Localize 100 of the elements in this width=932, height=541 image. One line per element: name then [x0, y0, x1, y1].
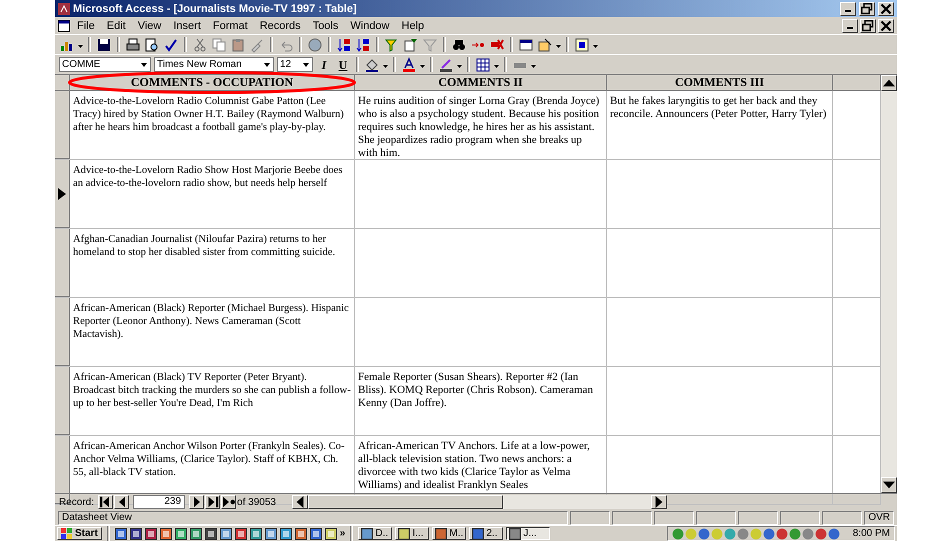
grid-icon[interactable] [475, 56, 491, 72]
current-record-icon [56, 188, 68, 200]
menu-item[interactable]: Edit [102, 20, 131, 32]
font-combo[interactable]: Times New Roman [154, 57, 274, 72]
status-text: Datasheet View [58, 510, 568, 524]
restore-button[interactable] [860, 18, 876, 32]
menu-item[interactable]: Help [396, 20, 430, 32]
first-record-button[interactable] [98, 495, 114, 509]
status-panel [612, 510, 652, 524]
tray-icon[interactable] [762, 528, 775, 540]
last-record-button[interactable] [205, 495, 220, 509]
scroll-left-button[interactable] [292, 495, 308, 509]
app-icon[interactable] [294, 528, 307, 540]
taskbar-button[interactable]: D.. [358, 527, 392, 540]
paint-bucket-icon[interactable] [364, 56, 380, 72]
up-arrow-icon [883, 77, 895, 89]
app-icon [361, 528, 374, 540]
font-color-icon[interactable] [401, 56, 417, 72]
app-icon [472, 528, 484, 540]
tray-icon[interactable] [814, 528, 827, 540]
app-icon[interactable] [234, 528, 247, 540]
table-cell: Afghan-Canadian Journalist (Niloufar Pazira) returns to her homeland to stop her disabled sister from committing suicide. [70, 229, 355, 297]
corner-selector[interactable] [55, 75, 70, 91]
app-icon[interactable] [114, 528, 127, 540]
globe-icon[interactable] [307, 36, 323, 52]
app-icon[interactable] [250, 528, 262, 540]
app-icon[interactable] [220, 528, 232, 540]
overflow-chevron[interactable]: » [340, 528, 346, 539]
app-icon [398, 528, 410, 540]
tray-icon[interactable] [698, 528, 710, 540]
taskbar-button[interactable]: M.. [432, 527, 466, 540]
app-icon [509, 528, 522, 540]
menu-item[interactable]: Insert [168, 20, 206, 32]
app-icon[interactable] [174, 528, 187, 540]
menu-item[interactable]: Format [208, 20, 253, 32]
app-icon[interactable] [144, 528, 157, 540]
app-icon[interactable] [280, 528, 292, 540]
restore-icon [862, 20, 874, 32]
tray-icon[interactable] [776, 528, 788, 540]
windows-logo-icon [61, 528, 73, 540]
new-record-button[interactable] [221, 495, 236, 509]
italic-button[interactable]: I [316, 56, 332, 72]
delete-row-icon[interactable] [489, 36, 505, 52]
sort-descending-icon[interactable] [355, 36, 371, 52]
taskbar-button[interactable]: J... [506, 527, 550, 540]
overtype-indicator: OVR [864, 510, 894, 524]
app-icon[interactable] [204, 528, 217, 540]
menu-item[interactable]: File [72, 20, 100, 32]
table-cell: Advice-to-the-Lovelorn Radio Columnist Gabe Patton (Lee Tracy) hired by Station Owner H.T. Bailey (Raymond Walburn) after he hears him broadcast a football game's play-by-play. [70, 91, 355, 159]
menu-item[interactable]: Tools [308, 20, 344, 32]
field-combo[interactable]: COMME [59, 57, 151, 72]
printer-icon[interactable] [125, 36, 141, 52]
minimize-icon [845, 10, 851, 12]
pen-line-icon[interactable] [438, 56, 454, 72]
record-selector[interactable] [55, 160, 70, 228]
app-icon[interactable] [310, 528, 322, 540]
window-icon[interactable] [518, 36, 534, 52]
scroll-down-button[interactable] [881, 477, 897, 493]
documents-icon[interactable] [211, 36, 227, 52]
down-arrow-icon [883, 479, 895, 491]
table-cell: Advice-to-the-Lovelorn Radio Show Host Marjorie Beebe does an advice-to-the-lovelorn radio show, but needs help herself [70, 160, 355, 228]
tray-icon[interactable] [828, 528, 840, 540]
minimize-button[interactable] [840, 2, 856, 16]
underline-button[interactable]: U [335, 56, 351, 72]
start-button[interactable]: Start [57, 527, 102, 540]
previous-record-button[interactable] [114, 495, 130, 509]
close-button[interactable] [878, 2, 894, 16]
app-icon[interactable] [264, 528, 277, 540]
column-header[interactable]: COMMENTS II [355, 75, 607, 91]
font-size-combo[interactable]: 12 [277, 57, 313, 72]
last-record-icon [206, 496, 219, 508]
taskbar-button[interactable]: 2.. [469, 527, 504, 540]
vertical-scrollbar[interactable] [881, 75, 897, 493]
horizontal-scrollbar[interactable] [292, 495, 667, 509]
column-header[interactable]: COMMENTS III [607, 75, 833, 91]
taskbar-button[interactable]: I... [395, 527, 430, 540]
close-button[interactable] [878, 18, 894, 32]
app-icon[interactable] [190, 528, 202, 540]
restore-button[interactable] [859, 2, 875, 16]
clipboard-icon[interactable] [230, 36, 246, 52]
table-icon [58, 20, 70, 32]
scrollbar-thumb[interactable] [308, 495, 503, 509]
table-cell: But he fakes laryngitis to get her back and they reconcile. Announcers (Peter Potter, Harry Tyler) [607, 91, 833, 159]
clock: 8:00 PM [852, 528, 890, 539]
scissors-icon[interactable] [192, 36, 208, 52]
app-icon[interactable] [130, 528, 142, 540]
sort-ascending-icon[interactable] [336, 36, 352, 52]
table-cell: He ruins audition of singer Lorna Gray (Brenda Joyce) who is also a psychology student. Because his position requires such knowledge, he hires her as his assistant. She jeopardizes radio program when she breaks up with him. [355, 91, 607, 159]
menu-item[interactable]: Records [254, 20, 306, 32]
record-number-field[interactable]: 239 [133, 495, 186, 509]
table-cell: Female Reporter (Susan Shears). Reporter #2 (Ian Bliss). KOMQ Reporter (Chris Robson). Cameraman Kenny (Dan Joffre). [355, 367, 607, 435]
page-magnifier-icon[interactable] [144, 36, 160, 52]
next-record-button[interactable] [189, 495, 204, 509]
scroll-right-button[interactable] [650, 495, 667, 509]
minimize-button[interactable] [842, 18, 858, 32]
app-icon[interactable] [324, 528, 337, 540]
scroll-up-button[interactable] [881, 75, 897, 91]
menu-item[interactable]: Window [345, 20, 394, 32]
app-icon[interactable] [160, 528, 172, 540]
menu-item[interactable]: View [132, 20, 166, 32]
